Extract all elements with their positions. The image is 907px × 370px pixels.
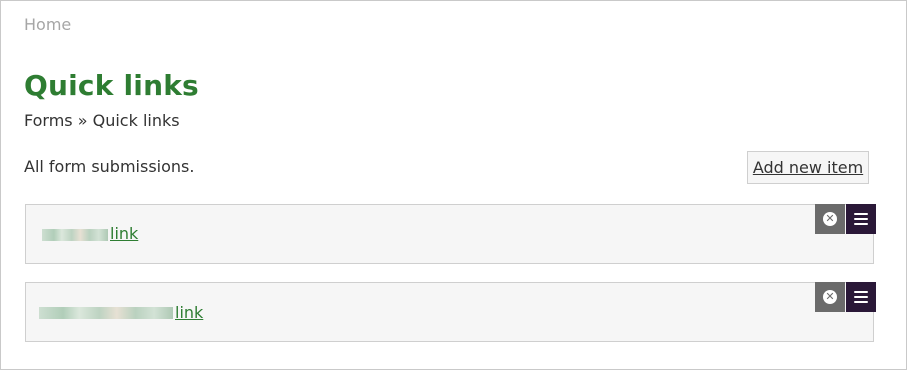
breadcrumb-forms-link[interactable]: Forms — [24, 111, 73, 130]
breadcrumb-separator: » — [77, 111, 88, 130]
page-title: Quick links — [24, 69, 199, 102]
page-description: All form submissions. — [24, 157, 195, 176]
item-menu-button[interactable] — [846, 282, 876, 312]
redacted-text — [39, 307, 173, 319]
item-link[interactable]: link — [110, 224, 138, 243]
list-item: link ✕ — [25, 204, 876, 264]
item-menu-button[interactable] — [846, 204, 876, 234]
list-item: link ✕ — [25, 282, 876, 342]
item-link[interactable]: link — [175, 303, 203, 322]
remove-item-button[interactable]: ✕ — [815, 282, 845, 312]
redacted-text — [42, 229, 108, 241]
close-circle-icon: ✕ — [823, 212, 837, 226]
breadcrumb: Forms » Quick links — [24, 111, 180, 130]
close-circle-icon: ✕ — [823, 290, 837, 304]
home-link[interactable]: Home — [24, 15, 71, 34]
hamburger-icon — [854, 291, 868, 303]
hamburger-icon — [854, 213, 868, 225]
add-new-item-button[interactable]: Add new item — [747, 151, 869, 184]
remove-item-button[interactable]: ✕ — [815, 204, 845, 234]
breadcrumb-current: Quick links — [92, 111, 180, 130]
page-frame: Home Quick links Forms » Quick links All… — [0, 0, 907, 370]
